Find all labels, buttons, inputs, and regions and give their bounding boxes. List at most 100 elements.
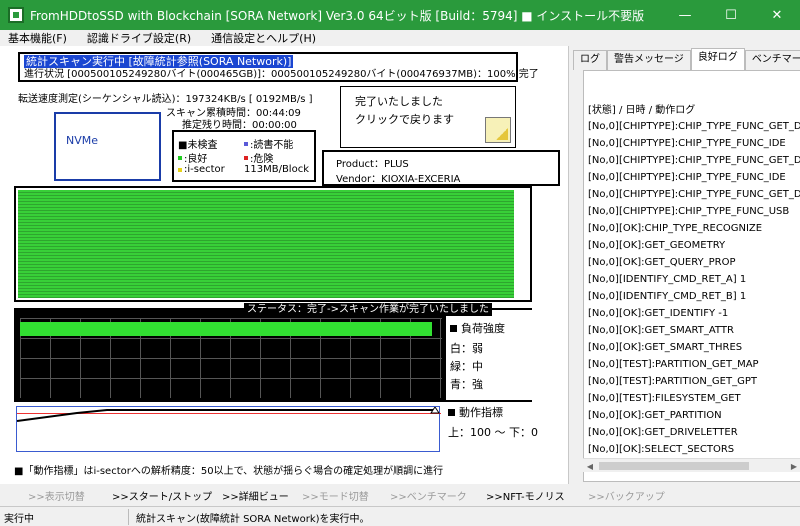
status-state: 実行中 — [4, 514, 34, 525]
menu-network-help[interactable]: 通信設定とヘルプ(H) — [211, 30, 316, 46]
log-row: [No,0][OK]:CHIP_TYPE_RECOGNIZE — [588, 223, 763, 234]
block-map-good-area — [18, 190, 514, 298]
legend-isector: :i-sector — [178, 164, 225, 175]
log-list[interactable]: [状態] / 日時 / 動作ログ [No,0][CHIPTYPE]:CHIP_T… — [583, 70, 800, 482]
menu-basic-functions[interactable]: 基本機能(F) — [8, 30, 67, 46]
tab-good-log[interactable]: 良好ログ — [690, 48, 745, 70]
read-error-swatch-icon — [244, 141, 248, 146]
operation-range: 上：100 ～ 下：0 — [448, 426, 538, 439]
square-icon — [448, 409, 455, 416]
close-button[interactable]: ✕ — [754, 0, 800, 30]
log-row: [No,0][OK]:GET_SMART_ATTR — [588, 325, 734, 336]
window-title: FromHDDtoSSD with Blockchain [SORA Netwo… — [30, 8, 645, 23]
load-green: 緑：中 — [450, 360, 483, 373]
main-panel: 統計スキャン実行中 [故障統計参照(SORA Network)] 進行状況 [0… — [0, 46, 568, 484]
scan-progress: 進行状況 [000500105249280バイト(000465GB)]：0005… — [24, 69, 539, 80]
block-map — [14, 186, 532, 302]
menu-bar: 基本機能(F) 認識ドライブ設定(R) 通信設定とヘルプ(H) — [0, 30, 800, 46]
isector-swatch-icon — [178, 167, 182, 172]
log-row: [No,0][IDENTIFY_CMD_RET_A] 1 — [588, 274, 747, 285]
danger-swatch-icon — [244, 155, 248, 160]
mode-switch-button[interactable]: >>モード切替 — [302, 488, 369, 503]
log-tabs: ログ 警告メッセージ 良好ログ ベンチマーク — [573, 48, 800, 70]
scroll-left-icon[interactable]: ◀ — [583, 459, 597, 473]
log-horizontal-scrollbar[interactable]: ◀ ▶ — [583, 458, 800, 472]
load-white: 白：弱 — [450, 342, 483, 355]
operation-title: 動作指標 — [448, 404, 503, 420]
nft-monolith-button[interactable]: >>NFT-モノリス — [486, 488, 565, 503]
log-row: [No,0][TEST]:FILESYSTEM_GET — [588, 393, 741, 404]
detail-view-button[interactable]: >>詳細ビュー — [222, 488, 289, 503]
log-row: [No,0][CHIPTYPE]:CHIP_TYPE_FUNC_IDE — [588, 172, 786, 183]
log-row: [No,0][CHIPTYPE]:CHIP_TYPE_FUNC_GET_DEV — [588, 189, 800, 200]
good-swatch-icon — [178, 155, 182, 160]
log-row: [No,0][TEST]:PARTITION_GET_MAP — [588, 359, 759, 370]
drive-type-label: NVMe — [66, 134, 99, 147]
legend-danger: :危険 — [244, 150, 273, 165]
app-icon — [8, 7, 24, 23]
log-row: [No,0][CHIPTYPE]:CHIP_TYPE_FUNC_IDE — [588, 138, 786, 149]
scan-time: スキャン累積時間：00:44:09 推定残り時間：00:00:00 — [166, 104, 301, 131]
scan-elapsed: スキャン累積時間：00:44:09 — [166, 108, 301, 119]
drive-type-box: NVMe — [54, 112, 161, 181]
bottom-toolbar: >>表示切替 >>スタート/ストップ >>詳細ビュー >>モード切替 >>ベンチ… — [0, 484, 800, 506]
square-icon — [450, 325, 457, 332]
maximize-button[interactable]: ☐ — [708, 0, 754, 30]
operation-graph: 動作指標 上：100 ～ 下：0 — [14, 404, 538, 456]
load-graph: 負荷強度 白：弱 緑：中 青：強 — [14, 308, 532, 402]
tab-benchmark[interactable]: ベンチマーク — [744, 50, 800, 70]
legend-good: :良好 — [178, 150, 207, 165]
log-header: [状態] / 日時 / 動作ログ — [588, 105, 696, 116]
scroll-thumb[interactable] — [599, 462, 749, 470]
done-message: 完了いたしました — [355, 95, 443, 108]
scan-title: 統計スキャン実行中 [故障統計参照(SORA Network)] — [24, 55, 294, 68]
done-return-hint: クリックで戻ります — [355, 113, 454, 126]
log-row: [No,0][OK]:GET_PARTITION — [588, 410, 722, 421]
done-return-button[interactable]: 完了いたしました クリックで戻ります — [340, 86, 516, 148]
legend-read-error: :読書不能 — [244, 136, 293, 151]
title-bar: FromHDDtoSSD with Blockchain [SORA Netwo… — [0, 0, 800, 30]
window-controls: — ☐ ✕ — [662, 0, 800, 30]
menu-drive-settings[interactable]: 認識ドライブ設定(R) — [87, 30, 191, 46]
status-message: ステータス：完了->スキャン作業が完了いたしました — [244, 303, 492, 316]
operation-line-svg — [17, 407, 440, 422]
start-stop-button[interactable]: >>スタート/ストップ — [112, 488, 212, 503]
operation-legend: 動作指標 上：100 ～ 下：0 — [444, 404, 538, 456]
tab-log[interactable]: ログ — [573, 50, 607, 70]
log-row: [No,0][CHIPTYPE]:CHIP_TYPE_FUNC_USB — [588, 206, 790, 217]
log-row: [No,0][OK]:GET_QUERY_PROP — [588, 257, 736, 268]
load-title: 負荷強度 — [450, 320, 505, 336]
backup-button[interactable]: >>バックアップ — [588, 488, 665, 503]
tab-warning[interactable]: 警告メッセージ — [607, 50, 691, 70]
product-name: Product：PLUS — [336, 159, 409, 170]
product-info-box: Product：PLUS Vendor：KIOXIA-EXCERIA — [322, 150, 560, 186]
log-row: [No,0][OK]:SELECT_SECTORS — [588, 444, 735, 455]
log-row: [No,0][CHIPTYPE]:CHIP_TYPE_FUNC_GET_DEV — [588, 155, 800, 166]
block-legend: ■未検査 :読書不能 :良好 :危険 :i-sector 113MB/Block — [172, 130, 316, 182]
log-row: [No,0][OK]:GET_DRIVELETTER — [588, 427, 738, 438]
log-row: [No,0][TEST]:PARTITION_GET_GPT — [588, 376, 757, 387]
scan-status-box: 統計スキャン実行中 [故障統計参照(SORA Network)] 進行状況 [0… — [18, 52, 539, 82]
operation-line — [17, 409, 435, 422]
note-icon — [485, 117, 511, 143]
minimize-button[interactable]: — — [662, 0, 708, 30]
legend-block-size: 113MB/Block — [244, 164, 309, 175]
load-level-bar — [20, 322, 432, 336]
toggle-view-button[interactable]: >>表示切替 — [28, 488, 85, 503]
log-row: [No,0][IDENTIFY_CMD_RET_B] 1 — [588, 291, 747, 302]
status-divider — [128, 509, 129, 525]
legend-unchecked: ■未検査 — [178, 140, 218, 151]
footnote: ■「動作指標」はi-sectorへの解析精度：50以上で、状態が揺らぐ場合の確定… — [14, 466, 444, 477]
status-bar: 実行中 統計スキャン(故障統計 SORA Network)を実行中。 — [0, 506, 800, 526]
log-row: [No,0][CHIPTYPE]:CHIP_TYPE_FUNC_GET_DEV — [588, 121, 800, 132]
load-blue: 青：強 — [450, 378, 483, 391]
log-panel-container: ログ 警告メッセージ 良好ログ ベンチマーク [状態] / 日時 / 動作ログ … — [568, 46, 800, 484]
operation-chart — [16, 406, 441, 452]
scan-remaining: 推定残り時間：00:00:00 — [182, 120, 297, 131]
scroll-right-icon[interactable]: ▶ — [787, 459, 800, 473]
log-row: [No,0][OK]:GET_IDENTIFY -1 — [588, 308, 729, 319]
load-legend: 負荷強度 白：弱 緑：中 青：強 — [446, 310, 532, 400]
log-row: [No,0][OK]:GET_SMART_THRES — [588, 342, 743, 353]
status-detail: 統計スキャン(故障統計 SORA Network)を実行中。 — [136, 514, 370, 525]
benchmark-button[interactable]: >>ベンチマーク — [390, 488, 467, 503]
